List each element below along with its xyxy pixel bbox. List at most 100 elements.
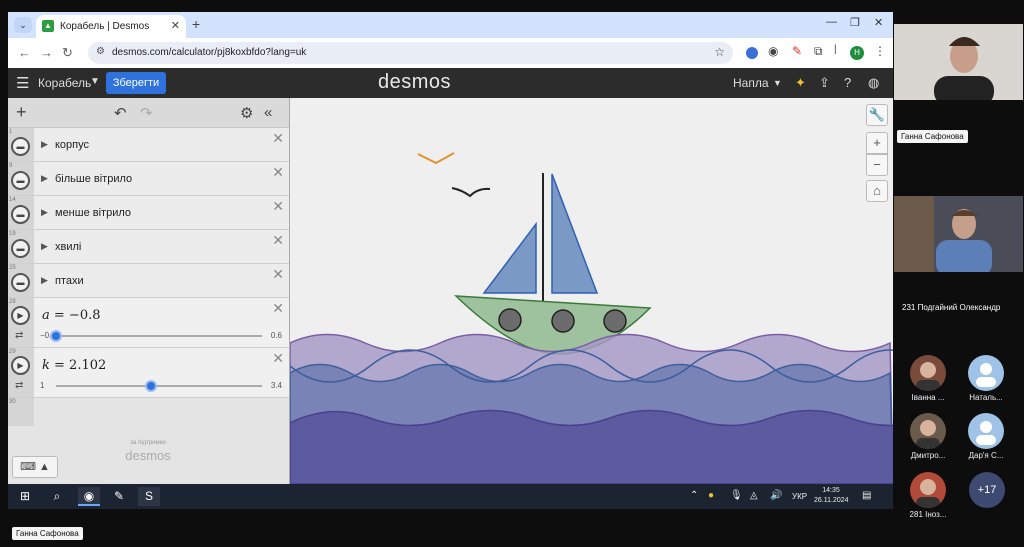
bookmark-star-icon[interactable]: ☆: [714, 45, 725, 59]
chrome-app-icon[interactable]: ◉: [78, 487, 100, 506]
help-icon[interactable]: ?: [844, 75, 851, 90]
folder-row[interactable]: 9 ▬ ▶ більше вітрило ✕: [8, 162, 289, 196]
home-icon[interactable]: ⌂: [866, 180, 888, 202]
folder-label[interactable]: корпус: [55, 139, 89, 151]
more-participants-button[interactable]: +17: [969, 472, 1005, 508]
reload-icon[interactable]: ↻: [62, 45, 73, 61]
new-tab-icon[interactable]: +: [192, 16, 200, 32]
empty-expression-row[interactable]: 30: [8, 398, 289, 426]
user-chevron-down-icon[interactable]: ▼: [773, 78, 782, 88]
slider-row[interactable]: 28 ▶ ⇄ a = −0.8 −0.8 0.6 ✕: [8, 298, 289, 348]
expand-caret-icon[interactable]: ▶: [41, 241, 48, 252]
chevron-down-icon[interactable]: ▼: [90, 76, 100, 87]
graph-canvas[interactable]: [290, 98, 893, 484]
delete-icon[interactable]: ✕: [272, 198, 284, 215]
loop-icon[interactable]: ⇄: [15, 380, 23, 391]
slider-expression[interactable]: k = 2.102: [42, 358, 106, 373]
browser-tab[interactable]: ▲ Корабель | Desmos ✕: [36, 15, 186, 38]
folder-row[interactable]: 25 ▬ ▶ птахи ✕: [8, 264, 289, 298]
folder-icon[interactable]: ▬: [11, 137, 30, 156]
network-icon[interactable]: ◬: [750, 490, 758, 501]
folder-label[interactable]: хвилі: [55, 241, 81, 253]
settings-gear-icon[interactable]: ⚙: [240, 104, 253, 122]
expand-caret-icon[interactable]: ▶: [41, 275, 48, 286]
minimize-icon[interactable]: —: [826, 16, 837, 28]
paint-app-icon[interactable]: ✎: [108, 487, 130, 506]
back-icon[interactable]: ←: [18, 45, 31, 60]
folder-row[interactable]: 14 ▬ ▶ менше вітрило ✕: [8, 196, 289, 230]
graph-settings-wrench-icon[interactable]: 🔧: [866, 104, 888, 126]
profile-avatar[interactable]: Н: [850, 46, 864, 60]
slider-track[interactable]: [56, 335, 262, 337]
delete-icon[interactable]: ✕: [272, 164, 284, 181]
slider-min[interactable]: 1: [40, 381, 44, 390]
browser-menu-icon[interactable]: ⋮: [874, 44, 886, 58]
zoom-in-button[interactable]: +: [866, 132, 888, 154]
play-icon[interactable]: ▶: [11, 306, 30, 325]
omnibox[interactable]: ⚙ desmos.com/calculator/pj8koxbfdo?lang=…: [88, 42, 733, 64]
add-item-icon[interactable]: +: [16, 102, 27, 123]
slider-thumb[interactable]: [50, 330, 62, 342]
delete-icon[interactable]: ✕: [272, 232, 284, 249]
slider-max[interactable]: 0.6: [271, 331, 282, 340]
participant-avatar[interactable]: [968, 355, 1004, 391]
folder-row[interactable]: 1 ▬ ▶ корпус ✕: [8, 128, 289, 162]
tray-app-icon[interactable]: ●: [708, 490, 714, 501]
close-window-icon[interactable]: ✕: [874, 16, 883, 29]
search-icon[interactable]: ⌕: [46, 487, 68, 506]
zoom-out-button[interactable]: −: [866, 154, 888, 176]
folder-icon[interactable]: ▬: [11, 205, 30, 224]
tab-close-icon[interactable]: ✕: [171, 19, 180, 32]
folder-label[interactable]: птахи: [55, 275, 84, 287]
tab-search-icon[interactable]: ⌄: [14, 17, 32, 33]
slider-expression[interactable]: a = −0.8: [42, 308, 101, 323]
participant-avatar[interactable]: [910, 355, 946, 391]
sparkle-icon[interactable]: ✦: [795, 75, 806, 91]
participant-avatar[interactable]: [968, 413, 1004, 449]
loop-icon[interactable]: ⇄: [15, 330, 23, 341]
notifications-icon[interactable]: ▤: [862, 490, 871, 501]
maximize-icon[interactable]: ❐: [850, 16, 860, 29]
expand-caret-icon[interactable]: ▶: [41, 207, 48, 218]
presenter-video[interactable]: [894, 24, 1023, 100]
app-s-icon[interactable]: S: [138, 487, 160, 506]
language-globe-icon[interactable]: ◍: [868, 75, 879, 91]
expand-caret-icon[interactable]: ▶: [41, 139, 48, 150]
participant-avatar[interactable]: [910, 472, 946, 508]
extension-gray-icon[interactable]: ◉: [768, 44, 778, 58]
slider-thumb[interactable]: [144, 380, 157, 392]
graph-title[interactable]: Корабель: [38, 76, 91, 90]
user-menu[interactable]: Напла: [733, 76, 769, 90]
folder-label[interactable]: менше вітрило: [55, 207, 131, 219]
save-button[interactable]: Зберегти: [106, 72, 166, 94]
graph-paper[interactable]: 🔧 + − ⌂: [290, 98, 893, 484]
keyboard-toggle-button[interactable]: ⌨ ▲: [12, 456, 58, 478]
folder-row[interactable]: 19 ▬ ▶ хвилі ✕: [8, 230, 289, 264]
microphone-icon[interactable]: 🎙: [730, 490, 743, 501]
delete-icon[interactable]: ✕: [272, 350, 284, 367]
menu-icon[interactable]: ☰: [16, 74, 29, 92]
delete-icon[interactable]: ✕: [272, 300, 284, 317]
expand-caret-icon[interactable]: ▶: [41, 173, 48, 184]
extension-pen-icon[interactable]: ✎: [792, 44, 802, 58]
participant-video[interactable]: [894, 196, 1023, 272]
redo-icon[interactable]: ↷: [140, 104, 153, 122]
clock[interactable]: 14:35 26.11.2024: [814, 486, 849, 506]
folder-label[interactable]: більше вітрило: [55, 173, 132, 185]
folder-icon[interactable]: ▬: [11, 239, 30, 258]
volume-icon[interactable]: 🔊: [770, 490, 782, 501]
language-indicator[interactable]: УКР: [792, 492, 807, 501]
folder-icon[interactable]: ▬: [11, 171, 30, 190]
extensions-puzzle-icon[interactable]: ⧉: [814, 44, 823, 59]
play-icon[interactable]: ▶: [11, 356, 30, 375]
undo-icon[interactable]: ↶: [114, 104, 127, 122]
collapse-panel-icon[interactable]: «: [264, 104, 272, 121]
participant-avatar[interactable]: [910, 413, 946, 449]
delete-icon[interactable]: ✕: [272, 266, 284, 283]
slider-row[interactable]: 29 ▶ ⇄ k = 2.102 1 3.4 ✕: [8, 348, 289, 398]
url-text[interactable]: desmos.com/calculator/pj8koxbfdo?lang=uk: [112, 47, 306, 58]
windows-start-icon[interactable]: ⊞: [14, 487, 36, 506]
folder-icon[interactable]: ▬: [11, 273, 30, 292]
extension-blue-icon[interactable]: [746, 47, 758, 59]
tray-chevron-up-icon[interactable]: ⌃: [690, 490, 698, 501]
